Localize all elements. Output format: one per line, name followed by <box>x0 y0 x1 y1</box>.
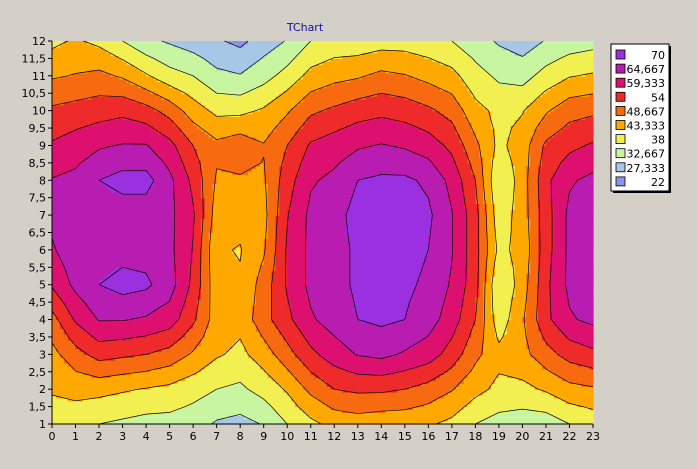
contour-cell <box>76 41 81 45</box>
contour-chart: TChart 0 1 2 3 4 5 6 7 8 9 10 11 12 13 14 15 16 17 18 19 20 2… <box>0 0 697 465</box>
contour-cell <box>177 41 182 45</box>
contour-cell <box>154 41 159 45</box>
contour-cell <box>150 41 155 45</box>
contour-cell <box>68 41 73 45</box>
contour-cell <box>134 41 139 45</box>
contour-cell <box>111 41 116 45</box>
contour-cell <box>138 41 143 45</box>
contour-cell <box>189 41 194 45</box>
contour-cell <box>56 41 61 45</box>
contour-cell <box>115 41 120 45</box>
contour-cell <box>185 41 190 45</box>
contour-cell <box>95 41 100 45</box>
contour-cell <box>99 41 104 45</box>
contour-cell <box>142 41 147 45</box>
contour-cell <box>72 41 77 45</box>
contour-cell <box>146 41 151 45</box>
contour-cell <box>79 41 84 45</box>
contour-cell <box>174 41 179 45</box>
contour-plot-area <box>52 41 594 425</box>
contour-cell <box>52 41 57 45</box>
contour-cell <box>119 41 124 45</box>
contour-cell <box>130 41 135 45</box>
contour-cell <box>181 41 186 45</box>
contour-cell <box>103 41 108 45</box>
chart-title: TChart <box>286 21 324 34</box>
contour-cell <box>158 41 163 45</box>
contour-cell <box>107 41 112 45</box>
chart-svg: TChart 0 1 2 3 4 5 6 7 8 9 10 11 12 13 14 15 16 17 18 19 20 2… <box>0 0 697 465</box>
